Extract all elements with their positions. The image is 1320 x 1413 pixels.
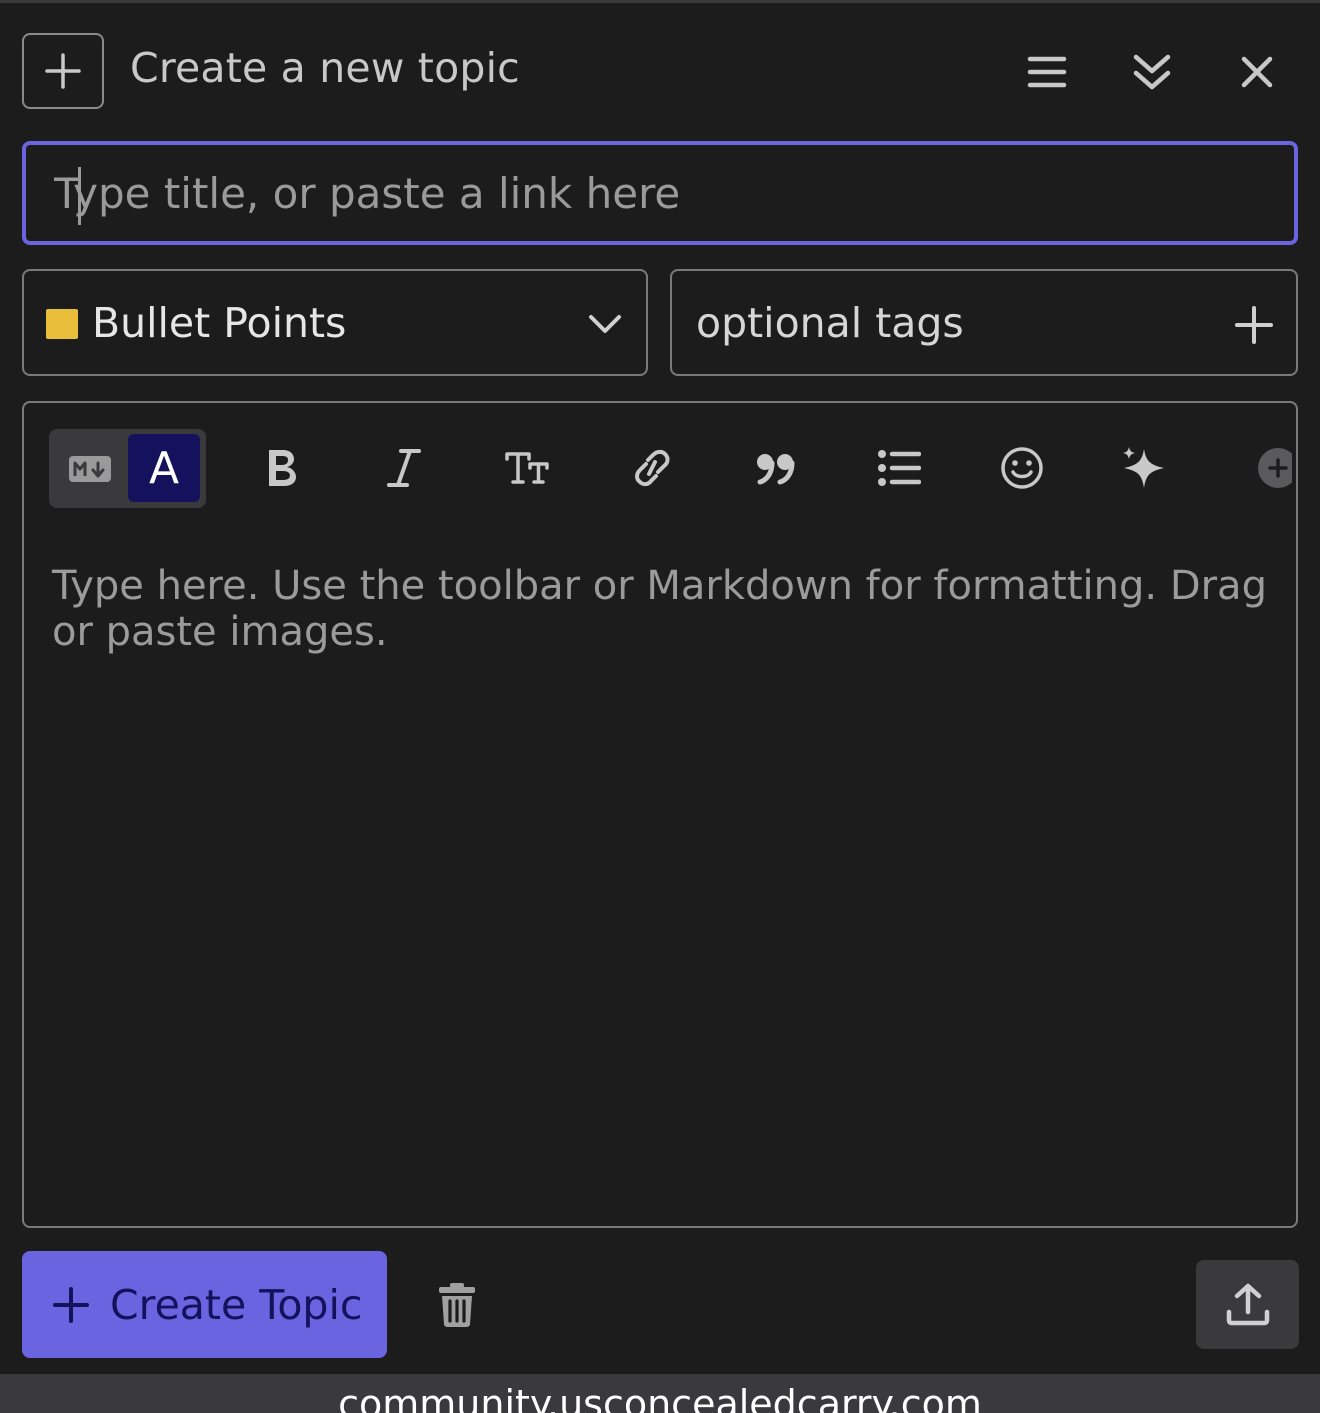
- quote-button[interactable]: [746, 437, 806, 499]
- composer-page: Create a new topic Bullet Points: [0, 0, 1320, 1413]
- bullet-list-icon: [878, 450, 921, 486]
- rich-text-mode-button[interactable]: A: [128, 434, 200, 502]
- editor-toolbar: A: [24, 403, 1296, 523]
- category-label: Bullet Points: [92, 299, 347, 347]
- title-input[interactable]: [26, 145, 1294, 241]
- trash-icon: [439, 1283, 475, 1327]
- more-options-button[interactable]: [1240, 437, 1296, 499]
- emoji-button[interactable]: [992, 437, 1052, 499]
- editor-mode-toggle[interactable]: A: [49, 429, 206, 508]
- italic-icon: [387, 449, 421, 487]
- tags-placeholder: optional tags: [696, 299, 964, 347]
- editor: A Type here. Use the toolbar or Markdown…: [22, 401, 1298, 1228]
- link-button[interactable]: [622, 437, 682, 499]
- markdown-mode-button[interactable]: [55, 435, 125, 502]
- link-icon: [635, 449, 670, 487]
- italic-button[interactable]: [374, 437, 434, 499]
- smiley-icon: [1001, 447, 1043, 489]
- close-composer-button[interactable]: [1229, 44, 1285, 100]
- hamburger-icon: [1027, 56, 1067, 88]
- plus-icon: [45, 53, 81, 89]
- tags-selector[interactable]: optional tags: [670, 269, 1298, 376]
- composer-header: Create a new topic: [0, 0, 1320, 140]
- bold-icon: [269, 450, 296, 486]
- rich-text-mode-label: A: [148, 442, 180, 494]
- ai-helper-button[interactable]: [1114, 437, 1174, 499]
- title-input-wrapper: [22, 141, 1298, 245]
- text-caret: [78, 167, 81, 225]
- plus-circle-icon: [1258, 448, 1292, 488]
- upload-icon: [1226, 1283, 1269, 1325]
- composer-title: Create a new topic: [130, 44, 520, 92]
- category-color-swatch: [46, 309, 78, 339]
- bullet-list-button[interactable]: [869, 437, 929, 499]
- markdown-icon: [69, 455, 111, 482]
- discard-button[interactable]: [432, 1280, 482, 1330]
- bold-button[interactable]: [251, 437, 311, 499]
- sparkle-icon: [1123, 447, 1164, 488]
- double-chevron-down-icon: [1133, 54, 1171, 90]
- toggle-toolbar-button[interactable]: [1019, 44, 1075, 100]
- plus-icon: [53, 1286, 89, 1323]
- browser-url-bar[interactable]: community.usconcealedcarry.com: [0, 1374, 1320, 1413]
- close-icon: [1241, 56, 1273, 88]
- editor-textarea[interactable]: Type here. Use the toolbar or Markdown f…: [52, 563, 1272, 655]
- heading-button[interactable]: [497, 437, 557, 499]
- text-size-icon: [505, 452, 549, 484]
- new-topic-button[interactable]: [22, 33, 104, 109]
- upload-button[interactable]: [1196, 1260, 1299, 1349]
- create-topic-label: Create Topic: [110, 1280, 363, 1329]
- category-select[interactable]: Bullet Points: [22, 269, 648, 376]
- minimize-composer-button[interactable]: [1124, 44, 1180, 100]
- create-topic-button[interactable]: Create Topic: [22, 1251, 387, 1358]
- url-text: community.usconcealedcarry.com: [338, 1382, 982, 1413]
- plus-icon: [1235, 306, 1273, 344]
- chevron-down-icon: [589, 315, 621, 333]
- quote-icon: [757, 454, 795, 485]
